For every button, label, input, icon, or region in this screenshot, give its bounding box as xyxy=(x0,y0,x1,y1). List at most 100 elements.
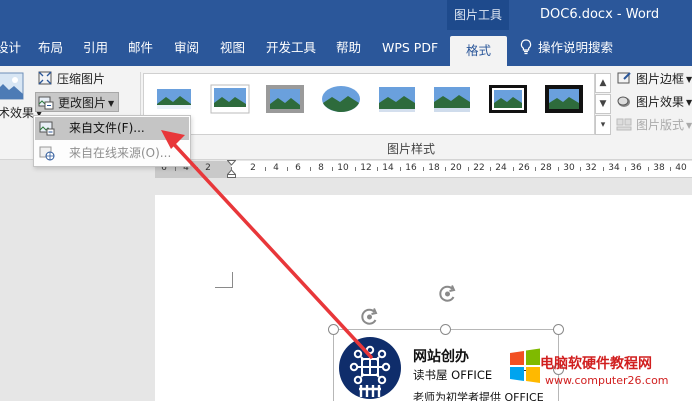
rotate-handle-icon[interactable] xyxy=(436,283,460,305)
tab-review[interactable]: 审阅 xyxy=(174,30,199,66)
compress-icon xyxy=(38,71,52,85)
circle-grid-logo-icon[interactable] xyxy=(339,337,401,399)
ruler-number: 20 xyxy=(450,163,462,173)
resize-handle[interactable] xyxy=(553,324,564,335)
resize-handle[interactable] xyxy=(328,324,339,335)
resize-handle[interactable] xyxy=(440,324,451,335)
ruler-tick xyxy=(332,167,333,171)
ruler-number: 38 xyxy=(653,163,665,173)
chevron-down-icon: ▼ xyxy=(108,99,115,108)
tab-layout[interactable]: 布局 xyxy=(38,30,63,66)
doc-text-line-3: 老师为初学者提供 OFFICE xyxy=(413,391,544,401)
tab-view[interactable]: 视图 xyxy=(220,30,245,66)
gallery-scroll: ▲ ▼ ▾ xyxy=(595,73,611,135)
menu-item-from-file-label: 来自文件(F)... xyxy=(69,121,145,135)
ruler-tick xyxy=(625,167,626,171)
menu-item-from-online[interactable]: 来自在线来源(O)... xyxy=(35,142,189,165)
windows-flag-logo-icon xyxy=(508,345,542,385)
ruler-number: 14 xyxy=(382,163,394,173)
document-title: DOC6.docx - Word xyxy=(540,7,660,22)
change-picture-button[interactable]: 更改图片 ▼ xyxy=(35,92,120,112)
tab-references[interactable]: 引用 xyxy=(83,30,108,66)
picture-effects-button[interactable]: 图片效果 ▼ xyxy=(616,92,692,112)
ruler-tick xyxy=(580,167,581,171)
ruler-number: 34 xyxy=(608,163,620,173)
tab-design[interactable]: 设计 xyxy=(0,30,21,66)
picture-style-6[interactable] xyxy=(432,84,472,114)
chevron-down-icon: ▼ xyxy=(686,121,692,130)
tell-me-search[interactable]: 操作说明搜索 xyxy=(520,30,613,66)
picture-border-label: 图片边框 xyxy=(636,72,685,86)
picture-styles-group-label: 图片样式 xyxy=(387,142,436,156)
tab-developer[interactable]: 开发工具 xyxy=(266,30,316,66)
doc-text-line-1: 网站创办 xyxy=(413,349,469,365)
picture-layout-icon xyxy=(616,118,632,131)
online-picture-icon xyxy=(39,146,55,161)
from-file-icon xyxy=(39,121,55,136)
horizontal-ruler[interactable]: 6422468101214161820222426283032343638404… xyxy=(155,160,692,178)
ruler-tick xyxy=(231,167,232,171)
artistic-effects-icon[interactable] xyxy=(0,72,24,100)
picture-effects-label: 图片效果 xyxy=(636,95,685,109)
ruler-number: 28 xyxy=(540,163,552,173)
ruler-tick xyxy=(197,167,198,171)
ruler-number: 16 xyxy=(405,163,417,173)
watermark-site-name: 电脑软硬件教程网 xyxy=(540,356,652,372)
lightbulb-icon xyxy=(520,39,532,55)
ruler-number: 2 xyxy=(250,163,256,173)
tab-wps-pdf[interactable]: WPS PDF xyxy=(382,30,438,66)
ruler-tick xyxy=(535,167,536,171)
ruler-number: 30 xyxy=(563,163,575,173)
tab-help[interactable]: 帮助 xyxy=(336,30,361,66)
picture-style-7[interactable] xyxy=(488,84,528,114)
picture-border-button[interactable]: 图片边框 ▼ xyxy=(616,69,692,89)
ruler-tick xyxy=(265,167,266,171)
title-bar: 图片工具 DOC6.docx - Word xyxy=(0,0,692,30)
artistic-effects-label: 术效果 xyxy=(0,106,35,120)
ruler-tick xyxy=(445,167,446,171)
menu-item-from-file[interactable]: 来自文件(F)... xyxy=(35,117,189,140)
gallery-scroll-down-button[interactable]: ▼ xyxy=(595,94,611,114)
ruler-number: 4 xyxy=(273,163,279,173)
ruler-number: 6 xyxy=(295,163,301,173)
ruler-tick xyxy=(558,167,559,171)
ruler-number: 36 xyxy=(630,163,642,173)
tell-me-label: 操作说明搜索 xyxy=(538,40,614,55)
picture-style-5[interactable] xyxy=(377,84,417,114)
ruler-number: 40 xyxy=(675,163,687,173)
picture-style-2[interactable] xyxy=(210,84,250,114)
ruler-tick xyxy=(377,167,378,171)
ribbon-tab-bar: 设计 布局 引用 邮件 审阅 视图 开发工具 帮助 WPS PDF 格式 操作说… xyxy=(0,30,692,66)
change-picture-label: 更改图片 xyxy=(58,96,107,110)
tab-format[interactable]: 格式 xyxy=(450,36,508,66)
chevron-down-icon: ▼ xyxy=(686,75,692,84)
ruler-tick xyxy=(423,167,424,171)
rotate-handle-icon[interactable] xyxy=(358,306,382,328)
ruler-tick xyxy=(287,167,288,171)
picture-layout-button[interactable]: 图片版式 ▼ xyxy=(616,115,692,135)
picture-style-3[interactable] xyxy=(265,84,305,114)
picture-style-8[interactable] xyxy=(544,84,584,114)
compress-pictures-button[interactable]: 压缩图片 xyxy=(37,69,105,89)
word-window: 图片工具 DOC6.docx - Word 设计 布局 引用 邮件 审阅 视图 … xyxy=(0,0,692,401)
ruler-tick xyxy=(603,167,604,171)
ruler-tick xyxy=(648,167,649,171)
gallery-more-button[interactable]: ▾ xyxy=(595,115,611,135)
picture-style-4[interactable] xyxy=(321,84,361,114)
tab-mailings[interactable]: 邮件 xyxy=(128,30,153,66)
picture-layout-label: 图片版式 xyxy=(636,118,685,132)
ruler-tick xyxy=(468,167,469,171)
change-picture-icon xyxy=(38,96,54,110)
ruler-number: 12 xyxy=(360,163,372,173)
ruler-tick xyxy=(490,167,491,171)
ruler-tick xyxy=(355,167,356,171)
ruler-number: 22 xyxy=(473,163,485,173)
compress-label: 压缩图片 xyxy=(57,72,106,86)
ruler-tick xyxy=(400,167,401,171)
ruler-number: 10 xyxy=(337,163,349,173)
gallery-scroll-up-button[interactable]: ▲ xyxy=(595,73,611,93)
picture-border-icon xyxy=(617,72,631,84)
watermark-url: www.computer26.com xyxy=(545,374,669,387)
picture-styles-gallery xyxy=(143,73,595,135)
picture-style-1[interactable] xyxy=(154,84,194,114)
